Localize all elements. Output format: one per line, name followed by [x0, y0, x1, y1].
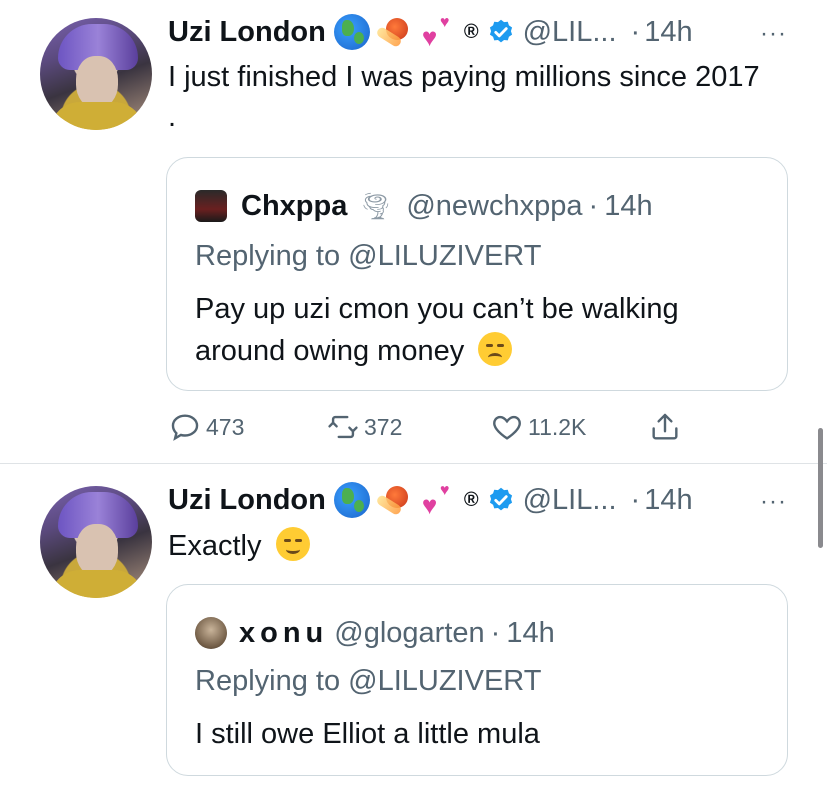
avatar-face [76, 56, 118, 108]
reply-button[interactable]: 473 [168, 410, 244, 444]
quoted-author-handle: @newchxppa [406, 189, 583, 222]
scrollbar[interactable] [818, 428, 823, 548]
replying-to-text: Replying to @LILUZIVERT [195, 240, 542, 272]
quoted-tweet-header: xonu @glogarten · 14h [195, 613, 555, 653]
quoted-tweet[interactable]: Chxppa 🌪 @newchxppa · 14h Replying to @L… [166, 157, 788, 391]
tornado-icon: 🌪 [359, 190, 393, 221]
tweet-header: Uzi London ♥ ♥ ® @LIL... · 14h [168, 480, 693, 520]
share-icon [652, 413, 678, 440]
retweet-button[interactable]: 372 [326, 410, 402, 444]
tweet-body: Exactly [168, 526, 310, 566]
separator-dot: · [630, 483, 641, 516]
quoted-author-name: xonu [239, 616, 329, 649]
replying-to-text: Replying to @LILUZIVERT [195, 665, 542, 697]
separator-dot: · [588, 189, 599, 222]
quoted-tweet-header: Chxppa 🌪 @newchxppa · 14h [195, 186, 653, 226]
quoted-author-avatar [195, 617, 227, 649]
separator-dot: · [490, 616, 501, 649]
more-options-icon[interactable]: ··· [760, 20, 787, 48]
separator-dot: · [630, 15, 641, 48]
quoted-tweet-text: I still owe Elliot a little mula [195, 718, 540, 750]
quoted-author-name: Chxppa [241, 189, 348, 222]
pensive-face-icon [275, 527, 310, 561]
like-count: 11.2K [528, 413, 587, 440]
author-handle[interactable]: @LIL... [523, 16, 617, 49]
tweet-actions: 473 372 11.2K [168, 410, 708, 446]
author-handle[interactable]: @LIL... [523, 484, 617, 517]
like-heart-icon [493, 415, 521, 440]
verified-badge-icon [489, 19, 512, 43]
tweet-text: Exactly [168, 530, 262, 562]
quoted-tweet-body: Pay up uzi cmon you can’t be walking aro… [195, 288, 767, 372]
weary-face-icon [478, 332, 513, 366]
tweet-time[interactable]: 14h [644, 484, 692, 517]
avatar-shirt [50, 570, 144, 598]
author-name[interactable]: Uzi London [168, 484, 326, 517]
like-button[interactable]: 11.2K [490, 410, 586, 444]
quoted-tweet-text: Pay up uzi cmon you can’t be walking aro… [195, 293, 679, 367]
quoted-author-avatar [195, 190, 227, 222]
reply-icon [171, 414, 199, 441]
avatar-face [76, 524, 118, 576]
author-avatar[interactable] [40, 18, 152, 130]
retweet-icon [328, 415, 358, 439]
reply-count: 473 [206, 413, 245, 440]
tweet-text: I just finished I was paying millions si… [168, 61, 760, 133]
quoted-tweet-time: 14h [506, 616, 555, 649]
more-options-icon[interactable]: ··· [760, 488, 787, 516]
quoted-tweet[interactable]: xonu @glogarten · 14h Replying to @LILUZ… [166, 584, 788, 776]
registered-icon: ® [463, 20, 479, 43]
quoted-author-handle: @glogarten [334, 616, 485, 649]
tweet-2[interactable]: Uzi London ♥ ♥ ® @LIL... · 14h ··· Exact… [0, 464, 827, 801]
quoted-tweet-time: 14h [604, 189, 653, 222]
author-avatar[interactable] [40, 486, 152, 598]
share-button[interactable] [648, 410, 686, 444]
heart-icon: ♥ ♥ [421, 14, 450, 52]
avatar-shirt [50, 102, 144, 130]
tweet-1[interactable]: Uzi London ♥ ♥ ® @LIL... · 14h ··· I jus… [0, 0, 827, 463]
globe-icon [333, 482, 370, 518]
author-name[interactable]: Uzi London [168, 16, 326, 49]
tweet-time[interactable]: 14h [644, 16, 692, 49]
globe-icon [333, 14, 370, 50]
comet-icon [376, 14, 416, 50]
tweet-header: Uzi London ♥ ♥ ® @LIL... · 14h [168, 12, 693, 52]
verified-badge-icon [489, 487, 512, 511]
heart-icon: ♥ ♥ [421, 482, 450, 520]
retweet-count: 372 [364, 413, 403, 440]
registered-icon: ® [463, 488, 479, 511]
comet-icon [376, 482, 416, 518]
